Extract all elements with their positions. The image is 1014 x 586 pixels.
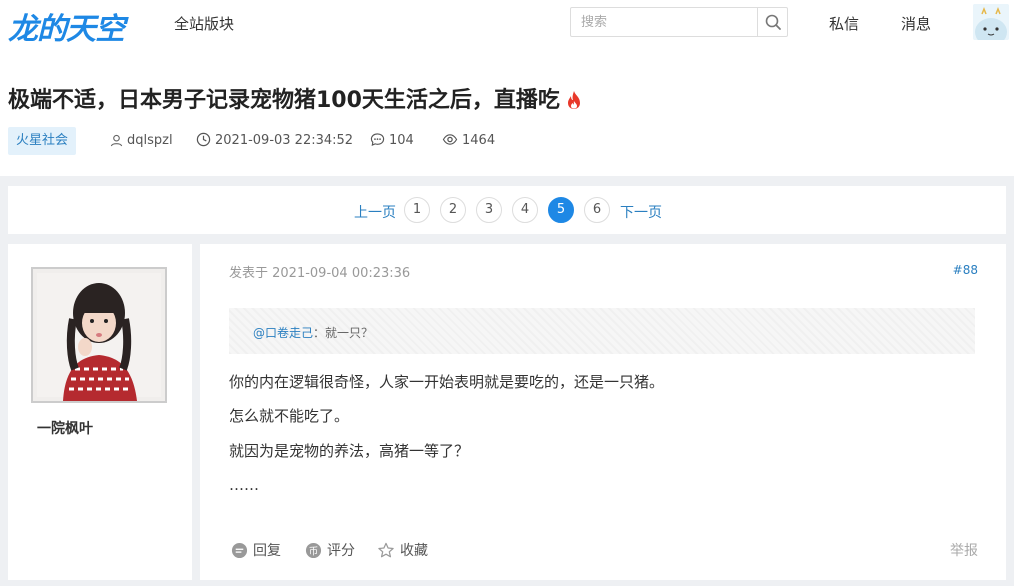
favorite-button[interactable]: 收藏 <box>377 540 428 560</box>
rate-label: 评分 <box>327 543 355 559</box>
post-line-4: …… <box>229 476 259 494</box>
poster-avatar-image <box>33 269 165 401</box>
favorite-label: 收藏 <box>400 543 428 559</box>
pagination: 上一页 1 2 3 4 5 6 下一页 <box>8 186 1006 234</box>
quote-block: @口卷走己：就一只？ <box>229 308 975 354</box>
author-name: dqlspzl <box>127 133 173 148</box>
avatar-image <box>973 4 1009 40</box>
prev-page-link[interactable]: 上一页 <box>354 202 396 222</box>
rate-icon: 币 <box>305 542 322 559</box>
page-6[interactable]: 6 <box>584 197 610 223</box>
poster-avatar[interactable] <box>31 267 167 403</box>
floor-number-link[interactable]: #88 <box>953 263 978 277</box>
user-avatar[interactable] <box>973 4 1009 40</box>
reply-label: 回复 <box>253 543 281 559</box>
date-meta: 2021-09-03 22:34:52 <box>196 127 353 155</box>
search-button[interactable] <box>757 8 787 36</box>
page-5-current[interactable]: 5 <box>548 197 574 223</box>
messages-link[interactable]: 消息 <box>901 13 931 34</box>
search-input[interactable] <box>571 8 757 36</box>
reply-button[interactable]: 回复 <box>231 540 281 560</box>
hot-fire-icon <box>566 90 582 116</box>
post-author-panel: 一院枫叶 <box>8 244 192 580</box>
views-meta: 1464 <box>442 127 495 155</box>
rate-button[interactable]: 币评分 <box>305 540 355 560</box>
comment-icon <box>370 133 385 147</box>
post-line-1: 你的内在逻辑很奇怪，人家一开始表明就是要吃的，还是一只猪。 <box>229 373 665 391</box>
page-4[interactable]: 4 <box>512 197 538 223</box>
quote-content: ：就一只？ <box>313 326 374 340</box>
thread-meta: 火星社会 dqlspzl 2021-09-03 22:34:52 104 146… <box>8 127 608 155</box>
clock-icon <box>196 132 211 147</box>
user-icon <box>110 134 123 147</box>
post-card: 发表于 2021-09-04 00:23:36 #88 @口卷走己：就一只？ 你… <box>200 244 1006 580</box>
star-icon <box>378 542 394 558</box>
eye-icon <box>442 134 458 145</box>
search-icon <box>765 14 781 30</box>
replies-meta: 104 <box>370 127 414 155</box>
post-line-2: 怎么就不能吃了。 <box>229 407 350 425</box>
category-tag[interactable]: 火星社会 <box>8 127 77 155</box>
poster-username[interactable]: 一院枫叶 <box>37 418 93 438</box>
private-message-link[interactable]: 私信 <box>829 13 859 34</box>
post-line-3: 就因为是宠物的养法，高猪一等了？ <box>229 442 470 460</box>
post-timestamp: 发表于 2021-09-04 00:23:36 <box>229 266 411 281</box>
post-actions: 回复 币评分 收藏 <box>229 540 989 560</box>
report-link[interactable]: 举报 <box>950 540 978 560</box>
svg-text:币: 币 <box>309 546 318 557</box>
next-page-link[interactable]: 下一页 <box>620 202 662 222</box>
post-date: 2021-09-03 22:34:52 <box>215 133 354 148</box>
view-count: 1464 <box>462 133 496 148</box>
author-meta[interactable]: dqlspzl <box>110 127 173 155</box>
reply-icon <box>231 542 248 559</box>
site-logo[interactable]: 龙的天空 <box>8 4 125 48</box>
thread-title-text: 极端不适，日本男子记录宠物猪100天生活之后，直播吃 <box>8 88 560 113</box>
search-box <box>570 7 788 37</box>
page-2[interactable]: 2 <box>440 197 466 223</box>
quote-text: @口卷走己：就一只？ <box>253 324 373 341</box>
page-3[interactable]: 3 <box>476 197 502 223</box>
top-bar: 龙的天空 全站版块 私信 消息 <box>0 0 1014 48</box>
quote-username-link[interactable]: @口卷走己 <box>253 326 313 340</box>
page-1[interactable]: 1 <box>404 197 430 223</box>
reply-count: 104 <box>389 133 414 148</box>
thread-title: 极端不适，日本男子记录宠物猪100天生活之后，直播吃 <box>8 82 582 116</box>
nav-all-boards[interactable]: 全站版块 <box>174 13 234 34</box>
